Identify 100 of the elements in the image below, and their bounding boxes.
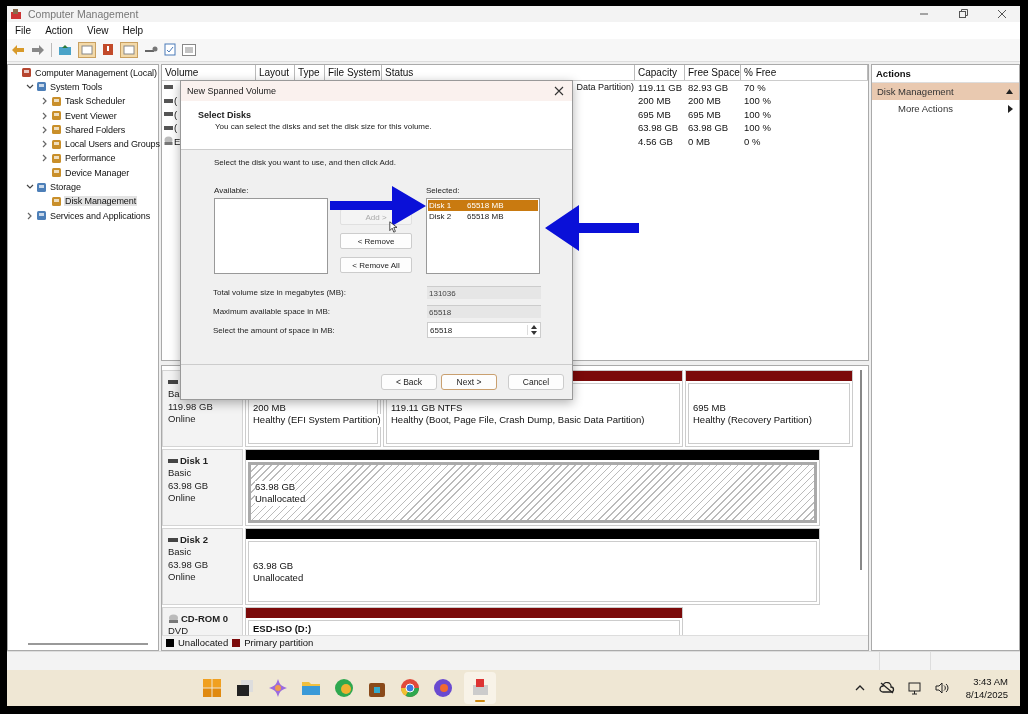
column-header[interactable]: Volume: [162, 64, 256, 80]
instruction-text: Select the disk you want to use, and then click Add.: [214, 158, 397, 169]
table-cell-text: 100 %: [743, 94, 772, 108]
dialog-button[interactable]: Cancel: [508, 374, 564, 390]
tree-item[interactable]: Task Scheduler: [64, 96, 127, 107]
column-header[interactable]: % Free: [741, 64, 868, 80]
partition-label: ESD-ISO (D:): [253, 622, 313, 635]
taskbar-app-button[interactable]: [463, 672, 496, 704]
chevron-right-icon[interactable]: [26, 211, 33, 220]
list-item[interactable]: Disk 2 65518 MB: [428, 211, 538, 222]
spin-up-icon[interactable]: [531, 325, 537, 329]
submenu-arrow-icon: [1008, 104, 1013, 113]
chevron-right-icon[interactable]: [41, 125, 48, 134]
chevron-right-icon[interactable]: [41, 97, 48, 106]
disk-name: CD-ROM 0: [181, 612, 228, 625]
tree-item[interactable]: Event Viewer: [64, 110, 118, 121]
spin-down-icon[interactable]: [531, 331, 537, 335]
disk-size: 119.98 GB: [168, 400, 214, 413]
spinner-field[interactable]: 65518: [427, 322, 541, 338]
disk-type: Basic: [168, 467, 193, 480]
task-view-icon[interactable]: [234, 678, 255, 698]
tree-item[interactable]: Computer Management (Local): [34, 67, 158, 78]
collapse-icon[interactable]: [1006, 88, 1013, 94]
globe-icon[interactable]: [432, 678, 453, 698]
app-icon: [10, 7, 22, 20]
volume-icon[interactable]: [934, 681, 949, 695]
sparkle-icon[interactable]: [267, 678, 288, 698]
clock-date: 8/14/2025: [965, 688, 1008, 701]
column-header[interactable]: Capacity: [635, 64, 685, 80]
selected-list[interactable]: Disk 1 65518 MB Disk 2 65518 MB: [426, 198, 540, 274]
disk-label-panel[interactable]: Disk 1 Basic 63.98 GB Online: [162, 448, 243, 526]
chevron-right-icon[interactable]: [41, 111, 48, 120]
table-cell-text: 100 %: [743, 107, 772, 121]
move-button[interactable]: < Remove: [340, 233, 412, 249]
table-cell-text: 4.56 GB: [637, 134, 674, 148]
partition-status: Healthy (Boot, Page File, Crash Dump, Basic Data Partition): [391, 414, 645, 427]
folder-up-icon[interactable]: [58, 43, 72, 56]
start-icon[interactable]: [201, 678, 222, 698]
disk-type: DVD: [168, 625, 190, 635]
tree-item[interactable]: System Tools: [49, 81, 104, 92]
list-label: Selected:: [426, 186, 460, 195]
drive-icon: [168, 537, 178, 542]
dialog-button[interactable]: < Back: [381, 374, 437, 390]
column-header[interactable]: Layout: [256, 64, 295, 80]
column-header[interactable]: Free Space: [685, 64, 741, 80]
column-header[interactable]: Type: [295, 64, 325, 80]
chevron-down-icon[interactable]: [25, 184, 34, 190]
close-button[interactable]: [554, 86, 564, 96]
partition-status: Healthy (Recovery Partition): [693, 414, 812, 427]
table-cell-text: 0 MB: [687, 134, 712, 148]
circle-icon[interactable]: [399, 678, 420, 698]
cd-drive-icon: [164, 136, 173, 147]
partition-status: Unallocated: [255, 493, 306, 506]
tree-item[interactable]: Performance: [64, 153, 117, 164]
menu-item[interactable]: Help: [122, 24, 143, 36]
scrollbar[interactable]: [28, 642, 148, 645]
tree-item[interactable]: Local Users and Groups: [64, 139, 161, 150]
chevron-down-icon[interactable]: [25, 83, 34, 90]
tree-item[interactable]: Services and Applications: [49, 210, 152, 221]
pointer-icon: [389, 221, 397, 233]
table-cell-text: 70 %: [743, 80, 767, 94]
chevron-right-icon[interactable]: [41, 154, 48, 163]
tree-item[interactable]: Shared Folders: [64, 124, 127, 135]
table-cell-text: 82.93 GB: [687, 80, 730, 94]
partition[interactable]: 63.98 GB Unallocated: [245, 448, 820, 526]
dialog-button[interactable]: Next >: [441, 374, 497, 390]
cd-drive-icon: [168, 613, 179, 624]
available-list[interactable]: [214, 198, 328, 274]
drive-icon: [168, 458, 178, 463]
node-icon: [21, 67, 32, 79]
column-header[interactable]: Status: [382, 64, 635, 80]
node-icon: [51, 124, 62, 136]
disk-label-panel[interactable]: CD-ROM 0 DVD: [162, 606, 243, 635]
menu-item[interactable]: View: [86, 24, 109, 36]
partition[interactable]: 695 MB Healthy (Recovery Partition): [685, 369, 853, 447]
column-header[interactable]: File System: [325, 64, 382, 80]
help-icon[interactable]: [102, 43, 114, 57]
network-icon[interactable]: [907, 681, 922, 695]
chevron-right-icon[interactable]: [41, 140, 48, 149]
action-item[interactable]: More Actions: [872, 99, 1019, 118]
cloud-off-icon[interactable]: [878, 682, 895, 694]
disk-type: Basic: [168, 546, 193, 559]
forward-icon[interactable]: [31, 43, 45, 56]
partition[interactable]: 63.98 GB Unallocated: [245, 527, 820, 605]
dialog-title: New Spanned Volume: [187, 86, 277, 96]
list-icon[interactable]: [182, 43, 196, 56]
tree-item[interactable]: Disk Management: [64, 196, 138, 207]
table-cell-text: 0 %: [743, 134, 762, 148]
partition[interactable]: ESD-ISO (D:): [245, 606, 683, 635]
move-button[interactable]: < Remove All: [340, 257, 412, 273]
node-icon: [36, 181, 47, 193]
menu-item[interactable]: Action: [45, 24, 73, 36]
clock[interactable]: 3:43 AM 8/14/2025: [965, 675, 1008, 701]
tree-item[interactable]: Storage: [49, 182, 82, 192]
tree-item[interactable]: Device Manager: [64, 167, 131, 178]
menu-item[interactable]: File: [15, 24, 32, 36]
scrollbar[interactable]: [860, 369, 862, 570]
disk-label-panel[interactable]: Disk 2 Basic 63.98 GB Online: [162, 527, 243, 605]
checklist-icon[interactable]: [164, 43, 176, 57]
table-cell: Data Partition): [576, 80, 634, 94]
